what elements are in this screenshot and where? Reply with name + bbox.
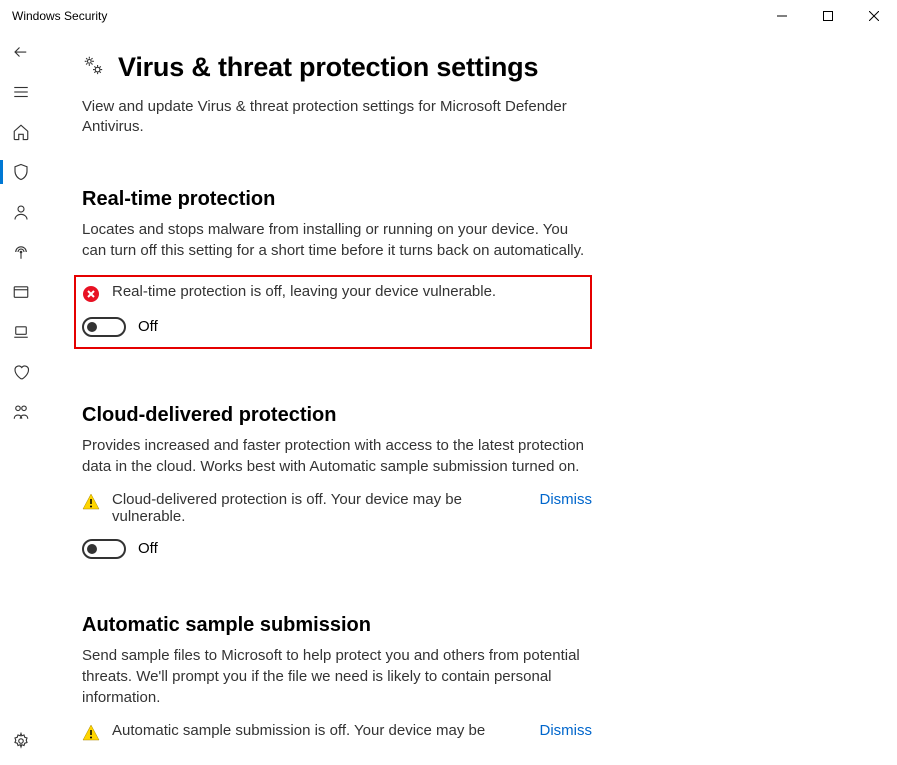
warning-icon xyxy=(82,493,100,511)
heart-icon xyxy=(12,363,30,381)
alert-text-realtime: Real-time protection is off, leaving you… xyxy=(112,283,580,300)
laptop-icon xyxy=(12,323,30,341)
dismiss-link-cloud[interactable]: Dismiss xyxy=(540,491,593,508)
close-button[interactable] xyxy=(851,0,897,32)
shield-icon xyxy=(12,163,30,181)
toggle-label-realtime: Off xyxy=(138,318,158,335)
section-cloud: Cloud-delivered protection Provides incr… xyxy=(82,404,592,559)
minimize-icon xyxy=(777,11,787,21)
sidebar-item-family[interactable] xyxy=(0,392,42,432)
sidebar xyxy=(0,32,42,765)
back-button[interactable] xyxy=(0,32,42,72)
sidebar-item-account[interactable] xyxy=(0,192,42,232)
warning-icon xyxy=(82,724,100,742)
window-title: Windows Security xyxy=(12,9,107,23)
alert-row-realtime: Real-time protection is off, leaving you… xyxy=(82,283,580,303)
sidebar-item-app-browser[interactable] xyxy=(0,272,42,312)
page-header: Virus & threat protection settings xyxy=(82,52,857,83)
section-realtime: Real-time protection Locates and stops m… xyxy=(82,188,592,349)
sidebar-item-home[interactable] xyxy=(0,112,42,152)
toggle-row-realtime: Off xyxy=(82,317,580,337)
toggle-label-cloud: Off xyxy=(138,540,158,557)
section-desc-sample: Send sample files to Microsoft to help p… xyxy=(82,645,592,708)
error-icon xyxy=(82,285,100,303)
highlighted-alert-block: Real-time protection is off, leaving you… xyxy=(74,275,592,349)
person-icon xyxy=(12,203,30,221)
section-title-sample: Automatic sample submission xyxy=(82,614,592,637)
close-icon xyxy=(869,11,879,21)
section-title-cloud: Cloud-delivered protection xyxy=(82,404,592,427)
back-arrow-icon xyxy=(12,43,30,61)
titlebar: Windows Security xyxy=(0,0,897,32)
antenna-icon xyxy=(12,243,30,261)
sidebar-item-device-security[interactable] xyxy=(0,312,42,352)
page-subtitle: View and update Virus & threat protectio… xyxy=(82,97,582,138)
section-sample: Automatic sample submission Send sample … xyxy=(82,614,592,742)
sidebar-item-virus[interactable] xyxy=(0,152,42,192)
hamburger-icon xyxy=(12,83,30,101)
sidebar-item-firewall[interactable] xyxy=(0,232,42,272)
maximize-icon xyxy=(823,11,833,21)
minimize-button[interactable] xyxy=(759,0,805,32)
toggle-row-cloud: Off xyxy=(82,539,592,559)
maximize-button[interactable] xyxy=(805,0,851,32)
home-icon xyxy=(12,123,30,141)
toggle-knob xyxy=(87,544,97,554)
toggle-cloud[interactable] xyxy=(82,539,126,559)
sidebar-item-device-performance[interactable] xyxy=(0,352,42,392)
family-icon xyxy=(12,403,30,421)
window-icon xyxy=(12,283,30,301)
alert-text-cloud: Cloud-delivered protection is off. Your … xyxy=(112,491,528,525)
toggle-realtime[interactable] xyxy=(82,317,126,337)
settings-gears-icon xyxy=(82,54,104,81)
alert-text-sample: Automatic sample submission is off. Your… xyxy=(112,722,528,739)
sidebar-item-settings[interactable] xyxy=(0,721,42,761)
main-content: Virus & threat protection settings View … xyxy=(42,32,897,765)
alert-row-cloud: Cloud-delivered protection is off. Your … xyxy=(82,491,592,525)
page-title: Virus & threat protection settings xyxy=(118,52,538,83)
alert-row-sample: Automatic sample submission is off. Your… xyxy=(82,722,592,742)
menu-button[interactable] xyxy=(0,72,42,112)
section-desc-cloud: Provides increased and faster protection… xyxy=(82,435,592,477)
window-controls xyxy=(759,0,897,32)
toggle-knob xyxy=(87,322,97,332)
dismiss-link-sample[interactable]: Dismiss xyxy=(540,722,593,739)
section-title-realtime: Real-time protection xyxy=(82,188,592,211)
gear-icon xyxy=(12,732,30,750)
section-desc-realtime: Locates and stops malware from installin… xyxy=(82,219,592,261)
